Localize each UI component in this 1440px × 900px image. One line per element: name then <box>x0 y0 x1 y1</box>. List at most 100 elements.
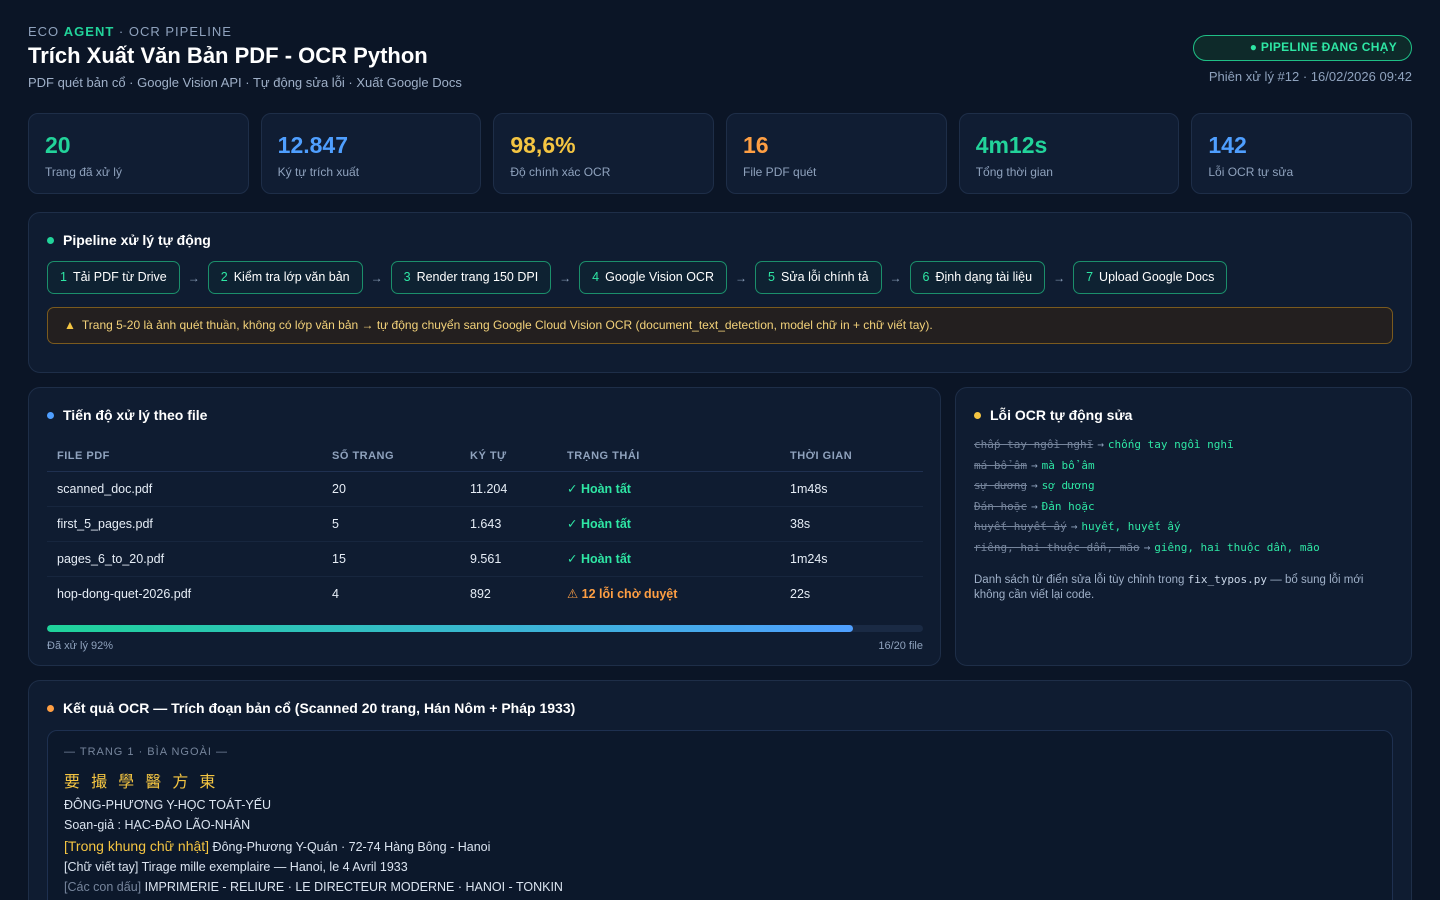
stat-label: File PDF quét <box>743 165 817 179</box>
status-badge: ✓ Hoàn tất <box>557 471 780 507</box>
ocr-fixes-panel: Lỗi OCR tự động sửa chấp tay ngồi nghĩ → c… <box>955 387 1412 666</box>
step-label: Định dạng tài liệu <box>935 270 1033 284</box>
pipeline-step-upload[interactable]: 7 Upload Google Docs <box>1073 261 1228 294</box>
note-text: Danh sách từ điển sửa lỗi tùy chỉnh tron… <box>974 574 1185 586</box>
corrected-text: chống tay ngồi nghĩ <box>1107 438 1234 451</box>
column-header[interactable]: FILE PDF <box>47 441 322 472</box>
page-count: 20 <box>322 471 460 507</box>
ocr-line: Soạn-giả : HẠC-ĐẢO LÃO-NHÂN <box>64 818 251 832</box>
step-label: Render trang 150 DPI <box>416 270 539 284</box>
warning-text: Trang 5-20 là ảnh quét thuần, không có l… <box>81 318 933 332</box>
list-item: riêng, hai thuộc dẫn, mão → giêng, hai thu… <box>974 538 1393 559</box>
note-code: fix_typos.py <box>1187 573 1268 586</box>
column-header[interactable]: SỐ TRANG <box>322 441 460 472</box>
step-label: Kiểm tra lớp văn bản <box>233 270 350 284</box>
arrow-right-icon: → <box>559 270 572 285</box>
arrow-right-icon: → <box>1143 540 1151 554</box>
stat-card-chars: 12.847 Ký tự trích xuất <box>260 113 482 194</box>
stat-value: 16 <box>743 132 769 158</box>
pipeline-step-render[interactable]: 3 Render trang 150 DPI <box>390 261 552 294</box>
arrow-right-icon: → <box>1053 270 1066 285</box>
panel-title: Lỗi OCR tự động sửa <box>974 407 1393 423</box>
step-label: Tải PDF từ Drive <box>72 270 167 284</box>
panel-title: Pipeline xử lý tự động <box>47 232 1393 248</box>
panel-title: Kết quả OCR — Trích đoạn bản cổ (Scanned… <box>47 700 1393 716</box>
fixes-title: Lỗi OCR tự động sửa <box>990 407 1133 423</box>
status-badge: ⚠ 12 lỗi chờ duyệt <box>567 587 678 602</box>
pipeline-step-spellfix[interactable]: 5 Sửa lỗi chính tả <box>754 261 882 294</box>
column-header[interactable]: THỜI GIAN <box>780 441 923 472</box>
han-nom-line: 要 撮 學 醫 方 東 <box>64 772 219 791</box>
step-label: Sửa lỗi chính tả <box>780 270 869 284</box>
list-item: huyết huyết ấy → huyết, huyết ấy <box>974 517 1393 538</box>
pipeline-step-download[interactable]: 1 Tải PDF từ Drive <box>47 261 180 294</box>
fix-note: Danh sách từ điển sửa lỗi tùy chỉnh tron… <box>974 572 1393 603</box>
status-dot-icon <box>47 411 54 419</box>
list-item: Đán hoặc → Đản hoặc <box>974 497 1393 518</box>
step-number: 3 <box>403 270 411 284</box>
ocr-line: [Các con dấu] IMPRIMERIE - RELIURE · LE … <box>64 880 1376 894</box>
table-row[interactable]: pages_6_to_20.pdf 15 9.561 ✓ Hoàn tất 1m… <box>47 541 923 577</box>
pipeline-step-vision-ocr[interactable]: 4 Google Vision OCR <box>579 261 727 294</box>
list-item: má bổ âm → mà bổ âm <box>974 456 1393 477</box>
arrow-right-icon: → <box>187 270 200 285</box>
progress-bar-fill <box>47 625 853 632</box>
file-name: scanned_doc.pdf <box>47 471 322 507</box>
column-header[interactable]: KÝ TỰ <box>460 441 557 472</box>
table-row[interactable]: first_5_pages.pdf 5 1.643 ✓ Hoàn tất 38s <box>47 506 923 542</box>
column-header[interactable]: TRẠNG THÁI <box>557 441 780 472</box>
file-name: first_5_pages.pdf <box>47 506 322 542</box>
file-table: FILE PDF SỐ TRANG KÝ TỰ TRẠNG THÁI THỜI … <box>47 441 923 611</box>
status-dot-icon <box>974 411 981 419</box>
stat-label: Lỗi OCR tự sửa <box>1208 165 1294 179</box>
pipeline-status-badge: ● PIPELINE ĐANG CHẠY <box>1192 35 1412 61</box>
stat-label: Trang đã xử lý <box>45 165 122 179</box>
file-name: hop-dong-quet-2026.pdf <box>57 586 192 601</box>
arrow-right-icon: → <box>1030 479 1038 492</box>
file-name: pages_6_to_20.pdf <box>47 541 322 577</box>
progress-files-label: 16/20 file <box>878 640 923 652</box>
duration: 38s <box>780 506 923 542</box>
fix-list: chấp tay ngồi nghĩ → chống tay ngồi nghĩ m… <box>974 435 1393 558</box>
ocr-line: [Trong khung chữ nhật] Đông-Phương Y-Quá… <box>64 838 1376 854</box>
eyebrow-agent: AGENT <box>63 24 115 39</box>
step-number: 5 <box>767 270 775 284</box>
stats-row: 20 Trang đã xử lý 12.847 Ký tự trích xuấ… <box>28 113 1413 194</box>
warning-banner: ▲ Trang 5-20 là ảnh quét thuần, không có… <box>47 307 1393 344</box>
arrow-right-icon: → <box>889 270 902 285</box>
arrow-right-icon: → <box>370 270 383 285</box>
stat-label: Ký tự trích xuất <box>277 165 360 179</box>
arrow-right-icon: → <box>1030 499 1038 513</box>
original-text: sự dương <box>974 479 1027 492</box>
eyebrow-prefix: ECO <box>28 24 60 39</box>
progress-title: Tiến độ xử lý theo file <box>63 407 208 423</box>
duration: 1m24s <box>780 541 923 577</box>
char-count: 1.643 <box>460 506 557 542</box>
stat-card-files: 16 File PDF quét <box>726 113 947 194</box>
stat-card-fixes: 142 Lỗi OCR tự sửa <box>1191 113 1413 194</box>
pipeline-title: Pipeline xử lý tự động <box>63 232 211 248</box>
step-number: 6 <box>922 270 930 284</box>
arrow-right-icon: → <box>734 270 747 285</box>
ocr-line: [Chữ viết tay] Tirage mille exemplaire —… <box>64 860 408 874</box>
ocr-results-panel: Kết quả OCR — Trích đoạn bản cổ (Scanned… <box>28 680 1412 900</box>
table-row[interactable]: scanned_doc.pdf 20 11.204 ✓ Hoàn tất 1m4… <box>47 471 923 507</box>
list-item: chấp tay ngồi nghĩ → chống tay ngồi nghĩ <box>974 435 1393 456</box>
table-row[interactable]: hop-dong-quet-2026.pdf 4 892 ⚠ 12 lỗi ch… <box>47 576 923 611</box>
status-badge: ✓ Hoàn tất <box>557 541 780 577</box>
page-tag: — TRANG 1 · BÌA NGOÀI — <box>64 746 228 758</box>
pipeline-step-format[interactable]: 6 Định dạng tài liệu <box>909 261 1046 294</box>
stat-label: Độ chính xác OCR <box>510 165 611 179</box>
stat-card-accuracy: 98,6% Độ chính xác OCR <box>493 113 715 194</box>
pipeline-steps: 1 Tải PDF từ Drive → 2 Kiểm tra lớp văn bả… <box>47 261 1393 294</box>
original-text: má bổ âm <box>974 458 1027 472</box>
step-label: Google Vision OCR <box>605 270 714 284</box>
ocr-output-box[interactable]: — TRANG 1 · BÌA NGOÀI — 要 撮 學 醫 方 東 ĐÔNG… <box>47 730 1393 900</box>
char-count: 11.204 <box>460 471 557 507</box>
original-text: huyết huyết ấy <box>974 520 1067 533</box>
step-number: 7 <box>1086 270 1094 284</box>
pipeline-step-check-text[interactable]: 2 Kiểm tra lớp văn bản <box>207 261 363 294</box>
stat-card-pages: 20 Trang đã xử lý <box>28 113 249 194</box>
progress-footer: Đã xử lý 92% 16/20 file <box>47 640 923 652</box>
stat-label: Tổng thời gian <box>975 165 1053 179</box>
